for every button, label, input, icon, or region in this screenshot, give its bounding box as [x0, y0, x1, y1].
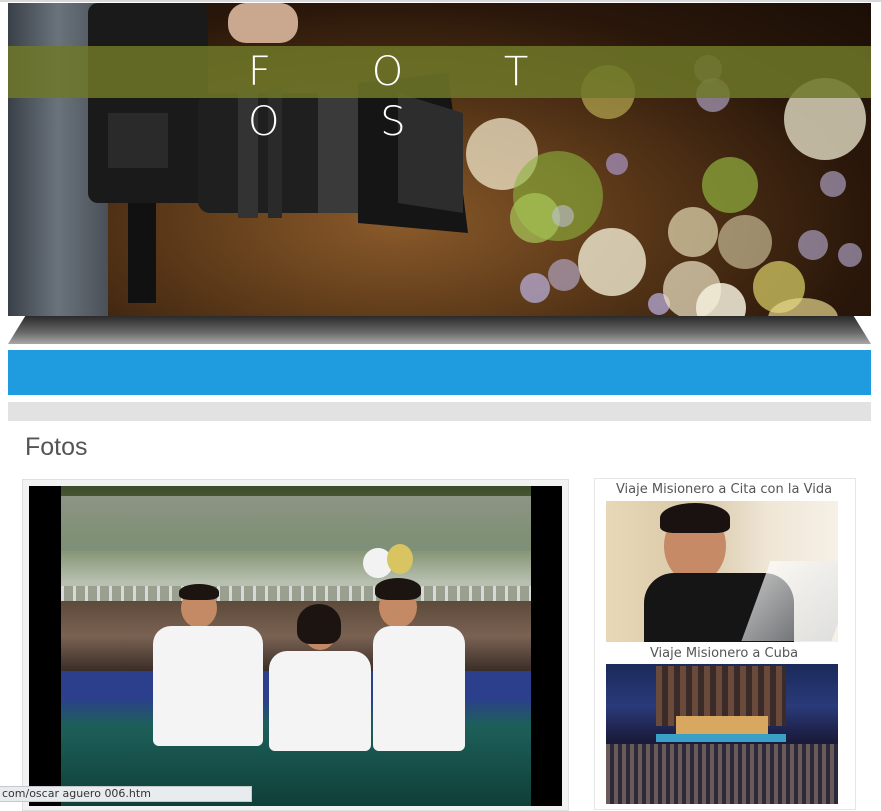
banner-shelf-shadow [8, 316, 871, 344]
gallery-thumbnail-cita-con-la-vida[interactable] [606, 501, 838, 642]
top-border [0, 0, 881, 2]
gallery-caption-cita-con-la-vida[interactable]: Viaje Misionero a Cita con la Vida [594, 482, 854, 497]
navigation-bar [8, 350, 871, 395]
banner-title: F O T O S [248, 49, 573, 145]
page-title: Fotos [25, 433, 88, 461]
header-banner: F O T O S [8, 3, 871, 316]
main-photo[interactable] [29, 486, 562, 806]
sub-navigation-bar [8, 402, 871, 421]
gallery-thumbnail-cuba[interactable] [606, 664, 838, 804]
baptism-photo-scene [61, 486, 531, 806]
gallery-caption-cuba[interactable]: Viaje Misionero a Cuba [594, 646, 854, 661]
